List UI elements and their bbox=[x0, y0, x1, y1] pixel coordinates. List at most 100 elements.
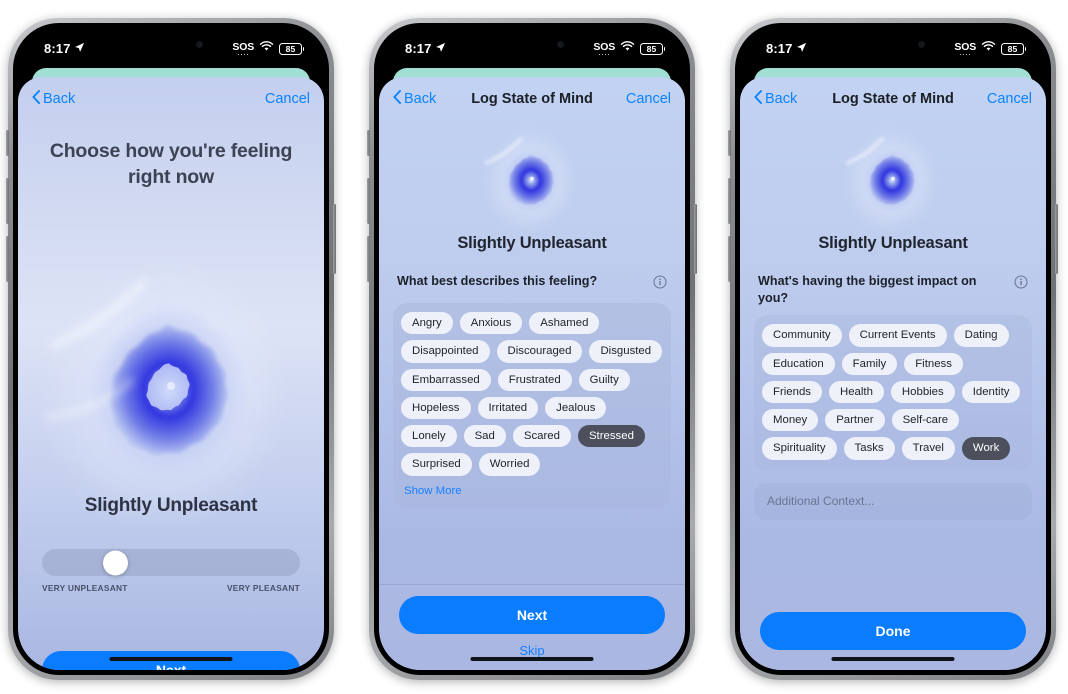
sos-label-1: SOS bbox=[232, 41, 254, 53]
volume-up-button[interactable] bbox=[6, 178, 9, 224]
cancel-button-2[interactable]: Cancel bbox=[626, 91, 671, 107]
wifi-icon bbox=[981, 40, 996, 55]
screenshot-stage: Back Cancel Choose how you're feeling ri… bbox=[0, 0, 1068, 694]
status-icons-3: SOS 85 bbox=[954, 40, 1027, 55]
done-button[interactable]: Done bbox=[760, 612, 1026, 650]
back-button-2[interactable]: Back bbox=[393, 90, 436, 108]
chip-travel[interactable]: Travel bbox=[901, 437, 955, 460]
volume-up-button[interactable] bbox=[367, 178, 370, 224]
chip-stressed[interactable]: Stressed bbox=[577, 425, 645, 448]
mood-orb-large[interactable] bbox=[36, 252, 306, 528]
chip-family[interactable]: Family bbox=[841, 352, 898, 375]
sos-label-3: SOS bbox=[954, 41, 976, 53]
chip-health[interactable]: Health bbox=[828, 380, 884, 404]
chip-jealous[interactable]: Jealous bbox=[545, 396, 607, 419]
chip-friends[interactable]: Friends bbox=[762, 380, 822, 404]
chip-ashamed[interactable]: Ashamed bbox=[529, 312, 600, 335]
silent-switch[interactable] bbox=[367, 130, 370, 156]
chip-self-care[interactable]: Self-care bbox=[891, 409, 960, 432]
impact-chips: Community Current Events Dating Education Fa… bbox=[762, 324, 1024, 460]
home-indicator-1[interactable] bbox=[109, 656, 233, 661]
location-arrow-icon bbox=[435, 41, 446, 56]
chip-identity[interactable]: Identity bbox=[961, 380, 1021, 404]
show-more-button[interactable]: Show More bbox=[404, 485, 663, 497]
info-circle-icon[interactable] bbox=[653, 275, 667, 294]
chip-money[interactable]: Money bbox=[762, 409, 819, 432]
chip-fitness[interactable]: Fitness bbox=[904, 352, 963, 375]
dynamic-island-2 bbox=[489, 35, 575, 55]
chip-guilty[interactable]: Guilty bbox=[578, 368, 630, 391]
volume-down-button[interactable] bbox=[6, 236, 9, 282]
chip-work[interactable]: Work bbox=[961, 437, 1011, 460]
chip-hobbies[interactable]: Hobbies bbox=[890, 380, 955, 404]
question-text-2: What best describes this feeling? bbox=[397, 274, 598, 288]
chip-current-events[interactable]: Current Events bbox=[848, 324, 947, 347]
mood-slider-knob[interactable] bbox=[102, 550, 128, 575]
navigation-bar-2: Back Log State of Mind Cancel bbox=[379, 77, 685, 121]
chip-worried[interactable]: Worried bbox=[478, 453, 541, 476]
bottom-bar-divider-2 bbox=[379, 584, 685, 585]
sos-indicator-3: SOS bbox=[954, 42, 976, 55]
chip-partner[interactable]: Partner bbox=[825, 409, 885, 432]
next-button-2[interactable]: Next bbox=[399, 596, 665, 634]
chip-irritated[interactable]: Irritated bbox=[477, 396, 539, 419]
impact-chip-container: Community Current Events Dating Education Fa… bbox=[754, 315, 1032, 471]
additional-context-input[interactable]: Additional Context... bbox=[754, 482, 1032, 520]
cancel-button-3[interactable]: Cancel bbox=[987, 91, 1032, 107]
back-button-1[interactable]: Back bbox=[32, 90, 75, 108]
home-indicator-2[interactable] bbox=[470, 656, 594, 661]
additional-context-placeholder: Additional Context... bbox=[767, 494, 875, 509]
power-button[interactable] bbox=[694, 204, 697, 274]
battery-level-3: 85 bbox=[1007, 43, 1018, 54]
chip-embarrassed[interactable]: Embarrassed bbox=[401, 368, 491, 391]
power-button[interactable] bbox=[333, 204, 336, 274]
navigation-bar-1: Back Cancel bbox=[18, 77, 324, 121]
chip-scared[interactable]: Scared bbox=[512, 425, 571, 448]
back-button-3[interactable]: Back bbox=[754, 90, 797, 108]
chip-discouraged[interactable]: Discouraged bbox=[496, 340, 583, 363]
chip-education[interactable]: Education bbox=[762, 352, 835, 375]
phone-screen-3: Back Log State of Mind Cancel Slightly U… bbox=[740, 28, 1046, 670]
chip-lonely[interactable]: Lonely bbox=[401, 425, 457, 448]
chip-disappointed[interactable]: Disappointed bbox=[401, 340, 490, 363]
mood-slider[interactable] bbox=[42, 549, 300, 576]
mood-orb-small-graphic-2 bbox=[482, 128, 576, 234]
chip-dating[interactable]: Dating bbox=[953, 324, 1009, 347]
chip-anxious[interactable]: Anxious bbox=[459, 312, 523, 335]
home-indicator-3[interactable] bbox=[831, 656, 955, 661]
back-button-label-2: Back bbox=[404, 91, 437, 107]
back-button-label-3: Back bbox=[765, 91, 798, 107]
silent-switch[interactable] bbox=[728, 130, 731, 156]
chip-frustrated[interactable]: Frustrated bbox=[497, 368, 572, 391]
phone-mockup-3: Back Log State of Mind Cancel Slightly U… bbox=[728, 18, 1058, 680]
chip-angry[interactable]: Angry bbox=[401, 312, 453, 335]
cancel-button-1[interactable]: Cancel bbox=[265, 91, 310, 107]
wifi-icon bbox=[620, 40, 635, 55]
volume-down-button[interactable] bbox=[367, 236, 370, 282]
chip-community[interactable]: Community bbox=[762, 324, 842, 347]
status-time-2: 8:17 bbox=[405, 41, 432, 56]
sos-indicator-2: SOS bbox=[593, 42, 615, 55]
chip-sad[interactable]: Sad bbox=[463, 425, 506, 448]
chip-spirituality[interactable]: Spirituality bbox=[762, 437, 837, 460]
chip-surprised[interactable]: Surprised bbox=[401, 453, 472, 476]
volume-down-button[interactable] bbox=[728, 236, 731, 282]
volume-up-button[interactable] bbox=[728, 178, 731, 224]
chevron-left-icon bbox=[754, 90, 762, 108]
slider-min-label: VERY UNPLEASANT bbox=[42, 583, 128, 593]
state-of-mind-sheet-3: Back Log State of Mind Cancel Slightly U… bbox=[740, 77, 1046, 670]
wifi-icon bbox=[259, 40, 274, 55]
phone-screen-2: Back Log State of Mind Cancel Slightly U… bbox=[379, 28, 685, 670]
feeling-chips: Angry Anxious Ashamed Disappointed Discourag… bbox=[401, 312, 663, 476]
mood-value-label: Slightly Unpleasant bbox=[84, 495, 258, 516]
chip-hopeless[interactable]: Hopeless bbox=[401, 396, 471, 419]
chip-disgusted[interactable]: Disgusted bbox=[589, 340, 663, 363]
page-title: Choose how you're feeling right now bbox=[49, 140, 293, 188]
silent-switch[interactable] bbox=[6, 130, 9, 156]
mood-value-label-3: Slightly Unpleasant bbox=[818, 234, 968, 252]
power-button[interactable] bbox=[1055, 204, 1058, 274]
info-circle-icon[interactable] bbox=[1014, 275, 1028, 294]
phone-mockup-1: Back Cancel Choose how you're feeling ri… bbox=[6, 18, 336, 680]
chip-tasks[interactable]: Tasks bbox=[843, 437, 895, 460]
mood-orb-small-2 bbox=[480, 127, 584, 234]
